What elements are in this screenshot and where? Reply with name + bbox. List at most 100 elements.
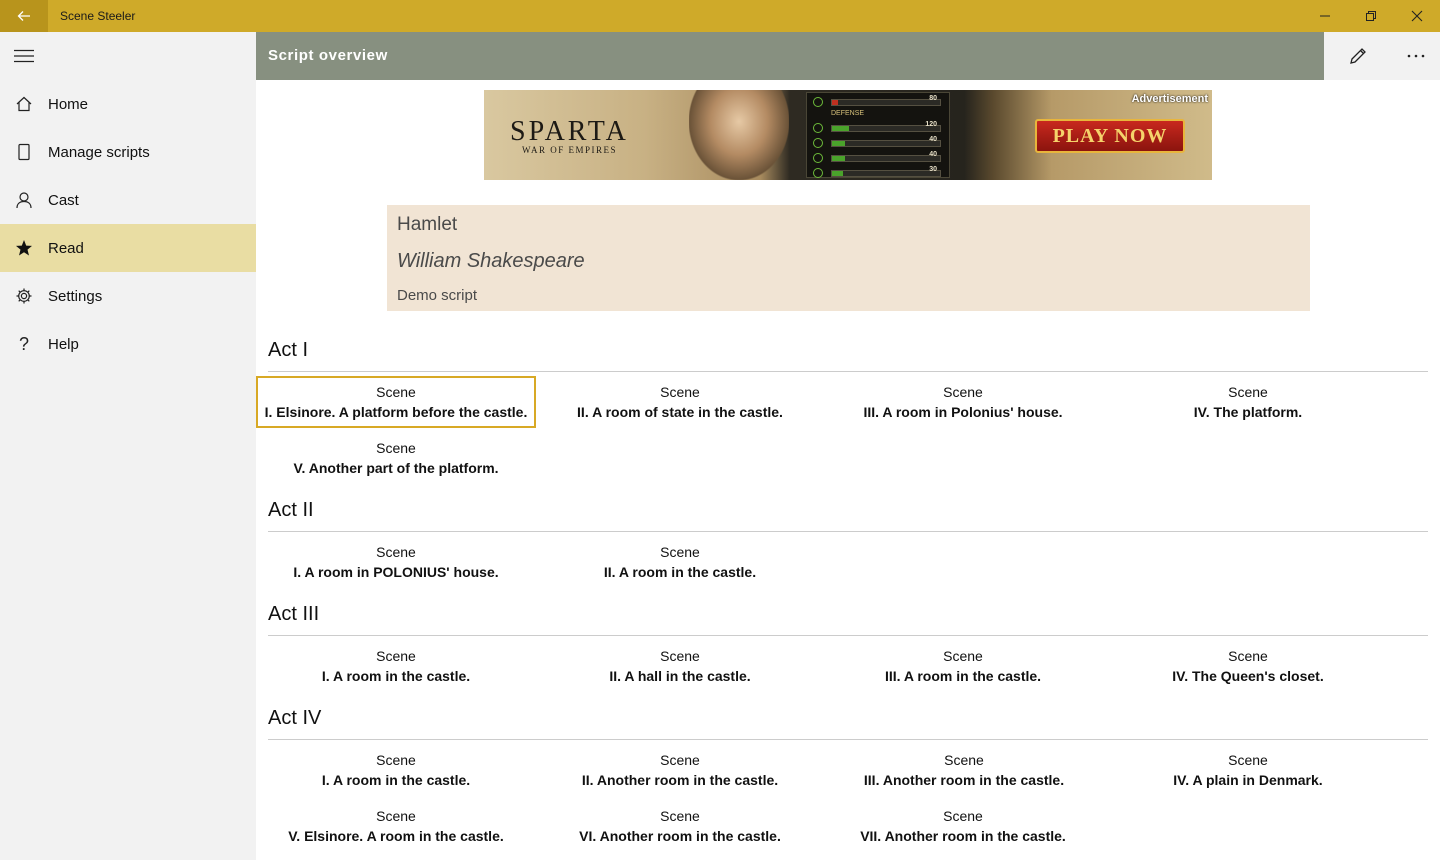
script-description: Demo script [397, 287, 478, 304]
scene-item[interactable]: Scene V. Another part of the platform. [256, 432, 536, 484]
scene-title: IV. A plain in Denmark. [1173, 772, 1323, 788]
scene-title: I. A room in POLONIUS' house. [293, 564, 499, 580]
shield-icon [813, 138, 823, 148]
ad-stat-value: 80 [929, 95, 937, 102]
minimize-button[interactable] [1302, 0, 1348, 32]
act-heading: Act I [268, 339, 309, 361]
scene-title: IV. The platform. [1193, 404, 1303, 420]
scene-item[interactable]: Scene II. A room of state in the castle. [540, 376, 820, 428]
star-icon [0, 224, 48, 272]
restore-icon [1366, 11, 1376, 21]
scene-title: VII. Another room in the castle. [860, 828, 1066, 844]
scene-title: II. A room of state in the castle. [577, 404, 783, 420]
advertisement-banner[interactable]: SPARTA WAR OF EMPIRES DEFENSE 80 120 40 … [484, 90, 1212, 180]
scene-item[interactable]: Scene IV. A plain in Denmark. [1108, 744, 1388, 796]
scene-title: II. A room in the castle. [603, 564, 757, 580]
scene-item[interactable]: Scene II. A room in the castle. [540, 536, 820, 588]
question-icon: ? [18, 333, 29, 354]
scene-item[interactable]: Scene IV. The platform. [1108, 376, 1388, 428]
document-icon [0, 128, 48, 176]
hamburger-button[interactable] [0, 32, 48, 80]
nav-item-manage-scripts[interactable]: Manage scripts [0, 128, 256, 176]
scene-item[interactable]: Scene I. A room in the castle. [256, 744, 536, 796]
act-divider [268, 371, 1428, 372]
act-heading: Act II [268, 499, 314, 521]
scene-label: Scene [376, 544, 416, 560]
scene-item[interactable]: Scene I. A room in the castle. [256, 640, 536, 692]
more-icon [1407, 54, 1425, 58]
nav-label-settings: Settings [48, 287, 103, 305]
more-button[interactable] [1387, 32, 1440, 80]
back-button[interactable] [0, 0, 48, 32]
close-button[interactable] [1394, 0, 1440, 32]
nav-label-cast: Cast [48, 191, 79, 209]
ad-stat-row: 80 [813, 95, 945, 107]
nav-label-home: Home [48, 95, 89, 113]
nav-item-read[interactable]: Read [0, 224, 256, 272]
scene-label: Scene [943, 384, 983, 400]
ad-stat-row: 40 [813, 151, 945, 163]
nav-label-read: Read [48, 239, 84, 257]
act-divider [268, 531, 1428, 532]
minimize-icon [1320, 15, 1330, 17]
ad-play-now-button[interactable]: PLAY NOW [1035, 119, 1185, 153]
scene-item[interactable]: Scene V. Elsinore. A room in the castle. [256, 800, 536, 852]
navigation-pane: Home Manage scripts Cast Read Settings ?… [0, 32, 256, 860]
eye-icon [813, 97, 823, 107]
scene-item[interactable]: Scene II. Another room in the castle. [540, 744, 820, 796]
scene-label: Scene [376, 808, 416, 824]
scene-label: Scene [1228, 384, 1268, 400]
scene-label: Scene [660, 544, 700, 560]
scene-item[interactable]: Scene II. A hall in the castle. [540, 640, 820, 692]
scene-label: Scene [943, 648, 983, 664]
ad-tagline: WAR OF EMPIRES [522, 145, 618, 155]
nav-item-settings[interactable]: Settings [0, 272, 256, 320]
scene-item[interactable]: Scene VI. Another room in the castle. [540, 800, 820, 852]
restore-button[interactable] [1348, 0, 1394, 32]
ad-warrior-image [689, 90, 789, 180]
scene-label: Scene [376, 752, 416, 768]
command-bar [1324, 32, 1440, 80]
scene-item[interactable]: Scene I. A room in POLONIUS' house. [256, 536, 536, 588]
act-divider [268, 635, 1428, 636]
scene-item[interactable]: Scene III. A room in Polonius' house. [823, 376, 1103, 428]
script-author: William Shakespeare [397, 250, 585, 272]
back-arrow-icon [17, 11, 30, 21]
scene-title: III. A room in the castle. [884, 668, 1042, 684]
scene-title: VI. Another room in the castle. [579, 828, 781, 844]
scene-label: Scene [944, 752, 984, 768]
scene-label: Scene [1228, 648, 1268, 664]
nav-item-help[interactable]: ? Help [0, 320, 256, 368]
nav-item-cast[interactable]: Cast [0, 176, 256, 224]
scene-item[interactable]: Scene IV. The Queen's closet. [1108, 640, 1388, 692]
scene-item[interactable]: Scene III. Another room in the castle. [824, 744, 1104, 796]
scene-title: I. A room in the castle. [321, 668, 471, 684]
edit-button[interactable] [1329, 32, 1387, 80]
ad-stats-panel: DEFENSE 80 120 40 40 30 [806, 92, 950, 178]
scene-label: Scene [943, 808, 983, 824]
scene-label: Scene [660, 752, 700, 768]
gear-icon [0, 272, 48, 320]
ad-stat-value: 30 [929, 166, 937, 173]
ad-label: Advertisement [1131, 93, 1208, 105]
scene-title: V. Elsinore. A room in the castle. [288, 828, 504, 844]
scene-label: Scene [660, 808, 700, 824]
nav-label-manage-scripts: Manage scripts [48, 143, 150, 161]
scene-title: IV. The Queen's closet. [1172, 668, 1324, 684]
scene-item[interactable]: Scene VII. Another room in the castle. [823, 800, 1103, 852]
act-heading: Act IV [268, 707, 322, 729]
scene-item[interactable]: Scene I. Elsinore. A platform before the… [256, 376, 536, 428]
scene-title: III. A room in Polonius' house. [863, 404, 1063, 420]
scene-label: Scene [660, 648, 700, 664]
page-header: Script overview [256, 32, 1324, 80]
ad-defense-label: DEFENSE [831, 110, 865, 117]
title-bar: Scene Steeler [0, 0, 1440, 32]
page-title: Script overview [268, 47, 388, 64]
home-icon [0, 80, 48, 128]
act-divider [268, 739, 1428, 740]
nav-item-home[interactable]: Home [0, 80, 256, 128]
scene-item[interactable]: Scene III. A room in the castle. [823, 640, 1103, 692]
scene-title: V. Another part of the platform. [293, 460, 499, 476]
app-title: Scene Steeler [60, 9, 136, 23]
act-heading: Act III [268, 603, 320, 625]
